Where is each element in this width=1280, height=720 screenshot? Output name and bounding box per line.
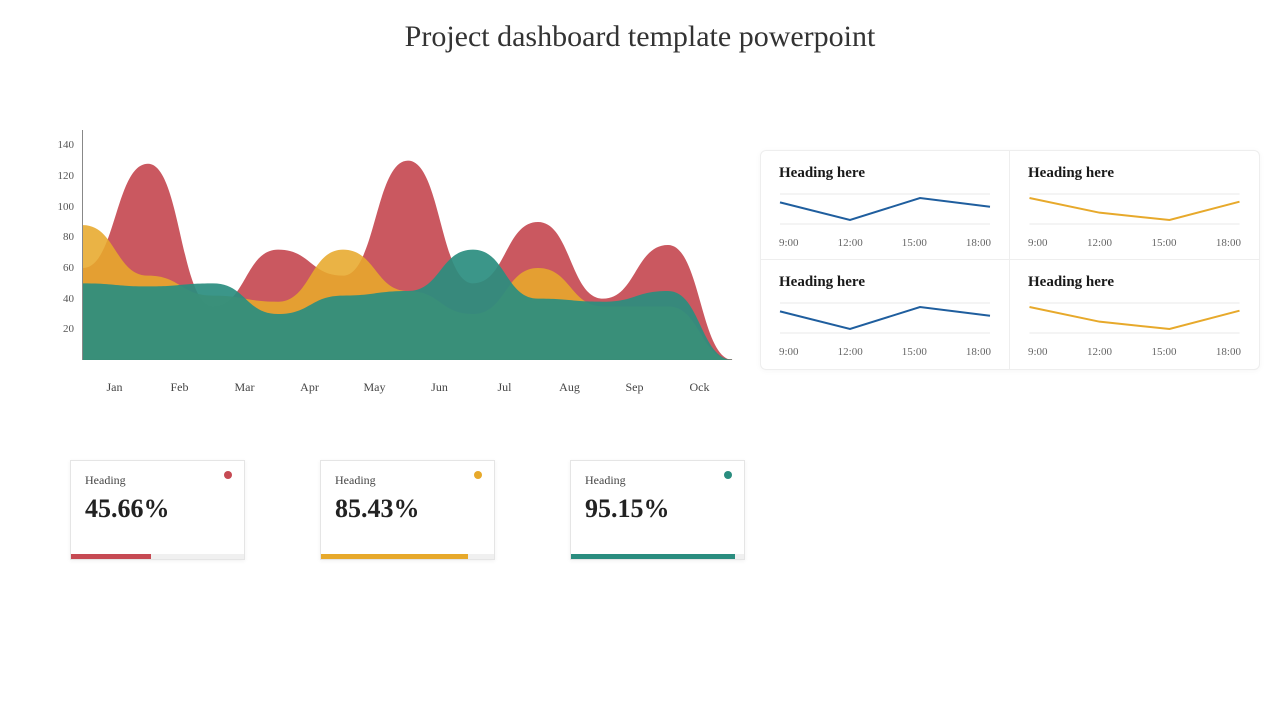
kpi-dot-icon xyxy=(224,471,232,479)
x-tick: Jul xyxy=(472,380,537,395)
sparkline-chart xyxy=(779,192,991,226)
x-tick: Aug xyxy=(537,380,602,395)
y-tick: 100 xyxy=(58,201,75,213)
kpi-dot-icon xyxy=(474,471,482,479)
spark-time-tick: 18:00 xyxy=(1216,346,1241,358)
spark-time-tick: 15:00 xyxy=(1151,237,1176,249)
spark-time-tick: 9:00 xyxy=(779,346,799,358)
kpi-row: Heading 45.66% Heading 85.43% Heading 95… xyxy=(70,460,745,560)
x-tick: Sep xyxy=(602,380,667,395)
spark-time-tick: 18:00 xyxy=(966,237,991,249)
sparkline-cell: Heading here 9:00 12:00 15:00 18:00 xyxy=(1010,151,1259,260)
sparkline-cell: Heading here 9:00 12:00 15:00 18:00 xyxy=(1010,260,1259,369)
y-tick: 20 xyxy=(63,323,74,335)
y-tick: 120 xyxy=(58,170,75,182)
spark-time-tick: 9:00 xyxy=(1028,237,1048,249)
kpi-label: Heading xyxy=(585,473,730,488)
x-tick: Apr xyxy=(277,380,342,395)
spark-times: 9:00 12:00 15:00 18:00 xyxy=(779,237,991,249)
spark-heading: Heading here xyxy=(1028,274,1241,291)
sparkline-grid: Heading here 9:00 12:00 15:00 18:00 Heading… xyxy=(760,150,1260,370)
spark-time-tick: 9:00 xyxy=(1028,346,1048,358)
spark-times: 9:00 12:00 15:00 18:00 xyxy=(1028,346,1241,358)
y-tick: 40 xyxy=(63,293,74,305)
kpi-card: Heading 95.15% xyxy=(570,460,745,560)
y-tick: 80 xyxy=(63,231,74,243)
kpi-dot-icon xyxy=(724,471,732,479)
kpi-progress xyxy=(71,554,244,559)
main-area-chart: 140 120 100 80 60 40 20 JanFebMarAprMayJunJulA… xyxy=(40,130,740,410)
page-title: Project dashboard template powerpoint xyxy=(0,0,1280,54)
kpi-progress xyxy=(321,554,494,559)
kpi-value: 45.66% xyxy=(85,494,230,524)
x-tick: Jan xyxy=(82,380,147,395)
sparkline-cell: Heading here 9:00 12:00 15:00 18:00 xyxy=(761,151,1010,260)
kpi-progress xyxy=(571,554,744,559)
spark-heading: Heading here xyxy=(779,274,991,291)
spark-times: 9:00 12:00 15:00 18:00 xyxy=(1028,237,1241,249)
sparkline-cell: Heading here 9:00 12:00 15:00 18:00 xyxy=(761,260,1010,369)
x-tick: Mar xyxy=(212,380,277,395)
kpi-label: Heading xyxy=(335,473,480,488)
kpi-value: 95.15% xyxy=(585,494,730,524)
x-tick: May xyxy=(342,380,407,395)
y-tick: 140 xyxy=(58,139,75,151)
spark-time-tick: 9:00 xyxy=(779,237,799,249)
kpi-card: Heading 85.43% xyxy=(320,460,495,560)
spark-times: 9:00 12:00 15:00 18:00 xyxy=(779,346,991,358)
sparkline-chart xyxy=(1028,192,1241,226)
y-tick: 60 xyxy=(63,262,74,274)
spark-time-tick: 12:00 xyxy=(838,346,863,358)
sparkline-chart xyxy=(1028,301,1241,335)
y-axis: 140 120 100 80 60 40 20 xyxy=(40,130,82,360)
spark-time-tick: 15:00 xyxy=(1151,346,1176,358)
kpi-value: 85.43% xyxy=(335,494,480,524)
plot-area xyxy=(82,130,732,360)
spark-time-tick: 12:00 xyxy=(1087,237,1112,249)
spark-time-tick: 15:00 xyxy=(902,346,927,358)
spark-time-tick: 15:00 xyxy=(902,237,927,249)
sparkline-chart xyxy=(779,301,991,335)
kpi-card: Heading 45.66% xyxy=(70,460,245,560)
x-tick: Ock xyxy=(667,380,732,395)
spark-time-tick: 18:00 xyxy=(966,346,991,358)
kpi-label: Heading xyxy=(85,473,230,488)
spark-time-tick: 12:00 xyxy=(838,237,863,249)
spark-heading: Heading here xyxy=(779,165,991,182)
x-tick: Jun xyxy=(407,380,472,395)
spark-time-tick: 12:00 xyxy=(1087,346,1112,358)
x-axis: JanFebMarAprMayJunJulAugSepOck xyxy=(82,380,732,395)
spark-time-tick: 18:00 xyxy=(1216,237,1241,249)
x-tick: Feb xyxy=(147,380,212,395)
spark-heading: Heading here xyxy=(1028,165,1241,182)
